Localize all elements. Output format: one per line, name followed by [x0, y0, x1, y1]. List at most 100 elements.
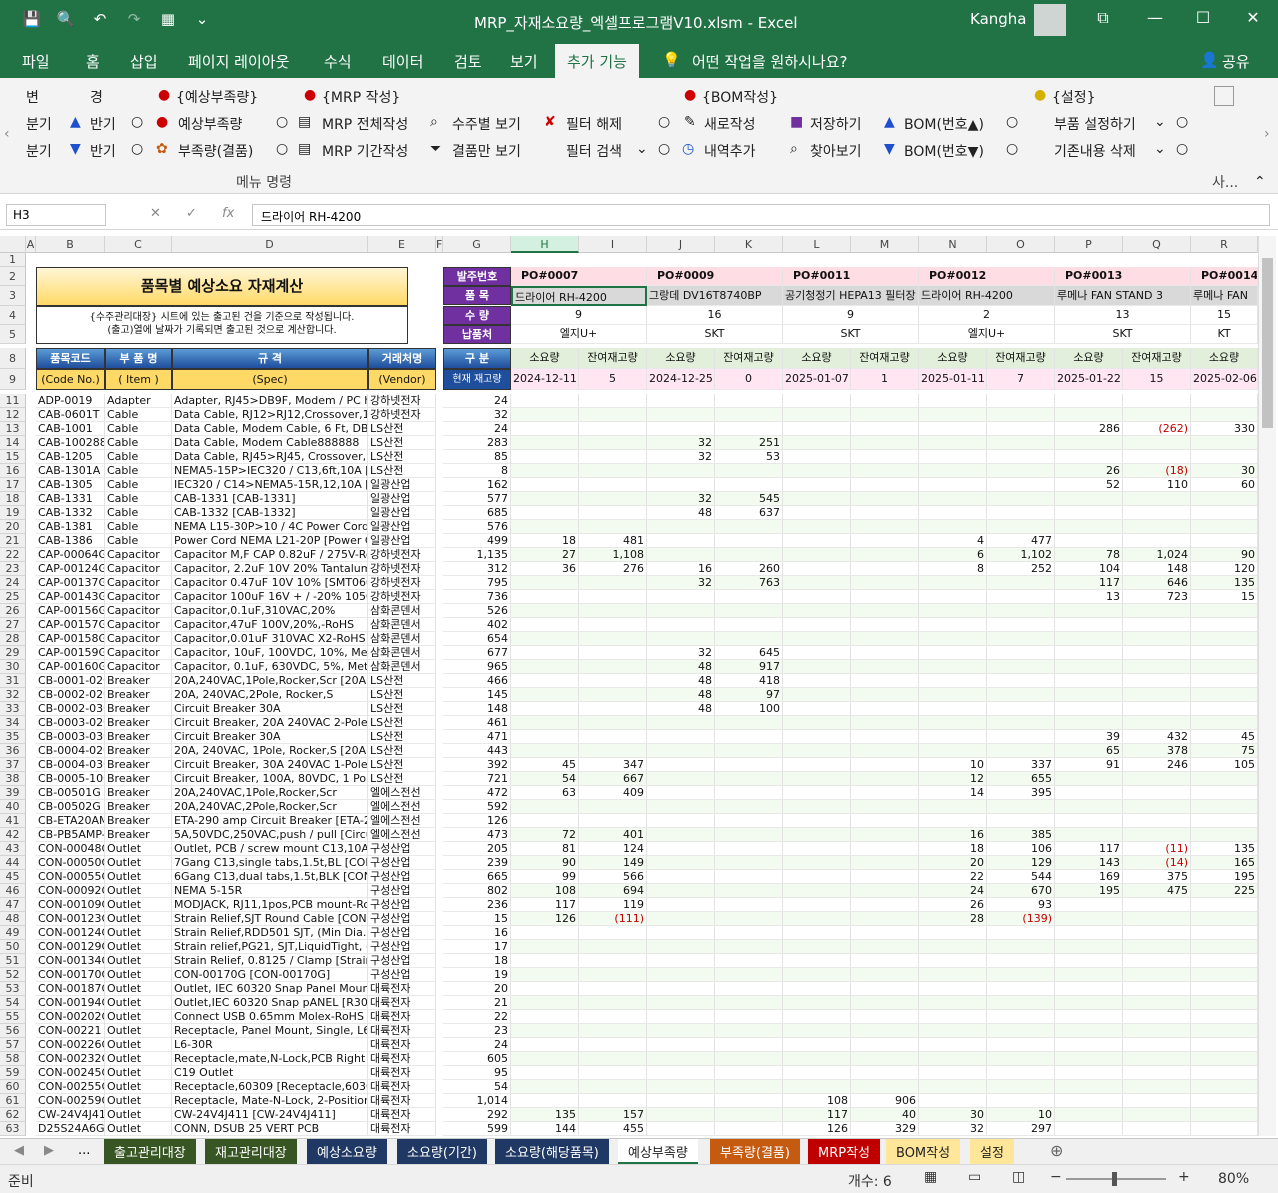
page-layout-icon[interactable]: ▭ — [968, 1169, 981, 1185]
grid-icon[interactable] — [1214, 86, 1234, 106]
row-header[interactable]: 21 — [0, 534, 26, 548]
column-header-i[interactable]: I — [579, 236, 647, 253]
radio-icon[interactable]: ○ — [1176, 114, 1188, 130]
row-header[interactable]: 51 — [0, 954, 26, 968]
radio-icon[interactable]: ○ — [276, 114, 288, 130]
name-box[interactable]: H3 — [6, 204, 106, 226]
formula-input[interactable]: 드라이어 RH-4200 — [252, 204, 1270, 226]
radio-icon[interactable]: ○ — [1006, 141, 1018, 157]
column-header-m[interactable]: M — [851, 236, 919, 253]
share-icon[interactable]: 👤 — [1200, 51, 1219, 69]
row-header[interactable]: 11 — [0, 394, 26, 408]
radio-icon[interactable]: ○ — [1176, 141, 1188, 157]
customize-qat-icon[interactable]: ⌄ — [192, 10, 212, 28]
row-header[interactable]: 58 — [0, 1052, 26, 1066]
row-header[interactable]: 22 — [0, 548, 26, 562]
sheet-tab[interactable]: 부족량(결품) — [710, 1139, 800, 1164]
row-header[interactable]: 54 — [0, 996, 26, 1010]
select-all-corner[interactable] — [0, 236, 26, 253]
ribbon-more-label[interactable]: 사... — [1212, 172, 1238, 192]
filter-clear-button[interactable]: 필터 해제 — [566, 114, 622, 134]
column-header-j[interactable]: J — [647, 236, 715, 253]
quarter-button-2[interactable]: 분기 — [26, 141, 52, 161]
row-header[interactable]: 44 — [0, 856, 26, 870]
avatar[interactable] — [1034, 4, 1066, 36]
row-header[interactable]: 34 — [0, 716, 26, 730]
function-icon[interactable]: fx — [222, 206, 234, 221]
save-bom-button[interactable]: 저장하기 — [810, 114, 862, 134]
zoom-in-icon[interactable]: + — [1178, 1169, 1190, 1185]
cancel-icon[interactable]: ✕ — [150, 206, 161, 221]
radio-icon[interactable]: ○ — [658, 114, 670, 130]
column-header-n[interactable]: N — [919, 236, 987, 253]
column-header-p[interactable]: P — [1055, 236, 1123, 253]
bom-sort-desc-button[interactable]: BOM(번호▼) — [904, 141, 984, 161]
mrp-period-button[interactable]: MRP 기간작성 — [322, 141, 408, 161]
zoom-slider-thumb[interactable] — [1112, 1172, 1117, 1186]
row-header[interactable]: 62 — [0, 1108, 26, 1122]
add-sheet-icon[interactable]: ⊕ — [1050, 1141, 1063, 1160]
row-header[interactable]: 39 — [0, 786, 26, 800]
add-history-button[interactable]: 내역추가 — [704, 141, 756, 161]
collapse-ribbon-icon[interactable]: ⌃ — [1254, 174, 1266, 190]
row-header[interactable]: 55 — [0, 1010, 26, 1024]
tell-me-search[interactable]: 어떤 작업을 원하시나요? — [692, 51, 848, 72]
mrp-full-button[interactable]: MRP 전체작성 — [322, 114, 408, 134]
shortage-forecast-button[interactable]: 예상부족량 — [178, 114, 242, 134]
column-header-g[interactable]: G — [443, 236, 511, 253]
row-header[interactable]: 61 — [0, 1094, 26, 1108]
column-header-c[interactable]: C — [105, 236, 172, 253]
delete-content-button[interactable]: 기존내용 삭제 — [1054, 141, 1136, 161]
row-header[interactable]: 60 — [0, 1080, 26, 1094]
row-header[interactable]: 3 — [0, 286, 26, 306]
chevron-down-icon[interactable]: ⌄ — [636, 141, 648, 157]
row-header[interactable]: 41 — [0, 814, 26, 828]
redo-icon[interactable]: ↷ — [124, 10, 144, 28]
sheet-tab[interactable]: 소요량(해당품목) — [495, 1139, 609, 1164]
column-header-a[interactable]: A — [26, 236, 36, 253]
zoom-out-icon[interactable]: − — [1050, 1169, 1062, 1185]
column-header-r[interactable]: R — [1191, 236, 1258, 253]
row-header[interactable]: 1 — [0, 253, 26, 267]
row-header[interactable]: 40 — [0, 800, 26, 814]
row-header[interactable]: 23 — [0, 562, 26, 576]
row-header[interactable]: 43 — [0, 842, 26, 856]
row-header[interactable]: 53 — [0, 982, 26, 996]
worksheet-grid[interactable]: A B C D E F G H I J K L M N O P Q R 1 2 3 4 5 8 9 품목별 예상소요 자재계산 {수… — [0, 236, 1278, 1138]
sheet-tab[interactable]: 재고관리대장 — [205, 1139, 297, 1164]
row-header[interactable]: 29 — [0, 646, 26, 660]
more-sheets[interactable]: ... — [78, 1143, 90, 1158]
minimize-icon[interactable]: — — [1140, 8, 1170, 27]
row-header[interactable]: 25 — [0, 590, 26, 604]
tab-review[interactable]: 검토 — [454, 51, 482, 72]
zoom-level[interactable]: 80% — [1218, 1171, 1249, 1187]
half-button-2[interactable]: 반기 — [90, 141, 116, 161]
undo-icon[interactable]: ↶ — [90, 10, 110, 28]
radio-icon[interactable]: ○ — [276, 141, 288, 157]
quarter-button-1[interactable]: 분기 — [26, 114, 52, 134]
share-button[interactable]: 공유 — [1222, 51, 1250, 72]
ribbon-display-icon[interactable]: ⧉ — [1088, 8, 1118, 28]
bom-sort-asc-button[interactable]: BOM(번호▲) — [904, 114, 984, 134]
row-header[interactable]: 48 — [0, 912, 26, 926]
row-header[interactable]: 57 — [0, 1038, 26, 1052]
radio-icon[interactable]: ○ — [658, 141, 670, 157]
column-header-q[interactable]: Q — [1123, 236, 1191, 253]
row-header[interactable]: 46 — [0, 884, 26, 898]
sheet-tab[interactable]: 예상부족량 — [618, 1139, 698, 1164]
row-header[interactable]: 47 — [0, 898, 26, 912]
row-header[interactable]: 31 — [0, 674, 26, 688]
column-header-o[interactable]: O — [987, 236, 1055, 253]
column-header-e[interactable]: E — [368, 236, 436, 253]
row-header[interactable]: 45 — [0, 870, 26, 884]
prev-sheet-icon[interactable]: ◀ — [14, 1143, 24, 1158]
order-view-button[interactable]: 수주별 보기 — [452, 114, 521, 134]
close-icon[interactable]: ✕ — [1238, 8, 1268, 27]
tab-home[interactable]: 홈 — [86, 51, 100, 72]
tab-add-ins[interactable]: 추가 기능 — [555, 44, 639, 78]
maximize-icon[interactable]: ☐ — [1188, 8, 1218, 27]
radio-icon[interactable]: ○ — [131, 114, 143, 130]
row-header[interactable]: 9 — [0, 369, 26, 390]
form-icon[interactable]: ▦ — [158, 10, 178, 28]
part-settings-button[interactable]: 부품 설정하기 — [1054, 114, 1136, 134]
